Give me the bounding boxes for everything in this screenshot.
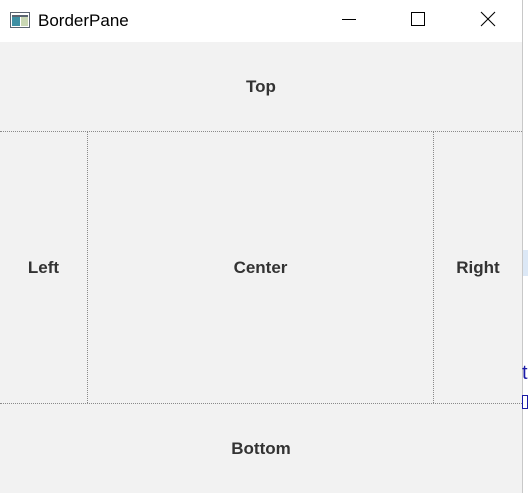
borderpane-window: BorderPane Top Left Center Right Bottom [0, 0, 522, 493]
window-title: BorderPane [38, 11, 129, 30]
minimize-icon [341, 11, 357, 32]
minimize-button[interactable] [326, 0, 372, 42]
top-region: Top [0, 42, 522, 132]
bottom-label: Bottom [231, 438, 291, 458]
bottom-region: Bottom [0, 403, 522, 493]
center-label: Center [233, 257, 288, 277]
left-region: Left [0, 132, 88, 403]
background-box-fragment [522, 395, 528, 409]
background-app-strip [523, 0, 528, 493]
left-label: Left [27, 257, 60, 277]
close-button[interactable] [465, 0, 511, 42]
right-label: Right [456, 257, 500, 277]
title-bar[interactable]: BorderPane [0, 0, 522, 42]
right-region: Right [434, 132, 522, 403]
background-text-fragment: t [522, 362, 528, 384]
background-highlight [523, 250, 528, 276]
app-icon [10, 12, 30, 28]
maximize-icon [410, 11, 426, 32]
top-label: Top [246, 76, 276, 96]
center-region: Center [88, 132, 434, 403]
maximize-button[interactable] [395, 0, 441, 42]
close-icon [480, 11, 496, 32]
